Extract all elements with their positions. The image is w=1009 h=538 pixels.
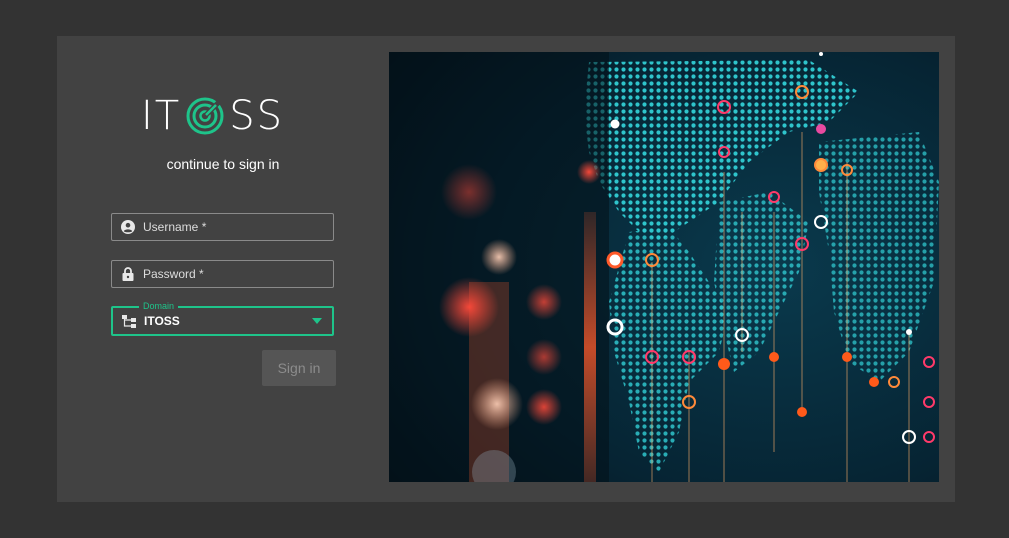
- caret-down-icon[interactable]: [312, 318, 322, 324]
- password-label: Password *: [143, 267, 204, 281]
- domain-label: Domain: [139, 300, 179, 312]
- itoss-logo: IT SS: [141, 96, 311, 136]
- world-map-hero-image: [389, 52, 939, 482]
- logo-text-end: SS: [229, 93, 285, 139]
- domain-value: ITOSS: [144, 314, 180, 328]
- logo-text-start: IT: [141, 93, 182, 139]
- sign-in-button[interactable]: Sign in: [262, 350, 336, 386]
- lock-icon: [121, 267, 135, 281]
- hero-illustration: [389, 52, 939, 482]
- domain-select[interactable]: Domain ITOSS: [111, 300, 334, 336]
- username-field[interactable]: Username *: [111, 213, 334, 241]
- login-panel: IT SS continue to sign in Username * Pas…: [57, 36, 389, 502]
- password-field[interactable]: Password *: [111, 260, 334, 288]
- username-label: Username *: [143, 220, 207, 234]
- signin-subtitle: continue to sign in: [166, 156, 280, 172]
- logo-target-icon: [186, 97, 224, 135]
- login-card: IT SS continue to sign in Username * Pas…: [57, 36, 955, 502]
- sitemap-icon: [122, 314, 136, 328]
- account-circle-icon: [121, 220, 135, 234]
